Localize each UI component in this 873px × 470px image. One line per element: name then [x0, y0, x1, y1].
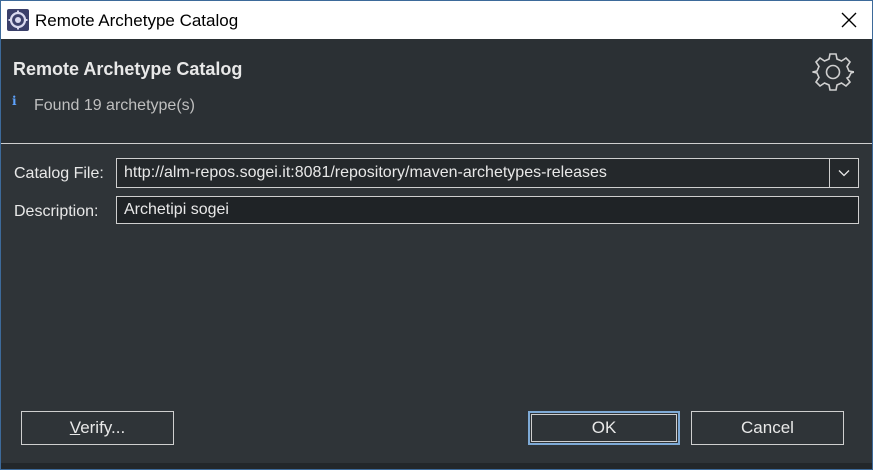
- verify-mnemonic: V: [69, 418, 81, 437]
- window-title: Remote Archetype Catalog: [35, 11, 239, 30]
- verify-label: erify...: [80, 418, 126, 437]
- status-message: Found 19 archetype(s): [34, 97, 195, 114]
- description-value[interactable]: Archetipi sogei: [117, 201, 229, 219]
- dropdown-button[interactable]: [829, 159, 858, 187]
- verify-button[interactable]: Verify...: [21, 411, 174, 445]
- eclipse-gear-icon: [7, 9, 29, 31]
- catalog-file-value[interactable]: http://alm-repos.sogei.it:8081/repositor…: [117, 164, 829, 182]
- header-separator: [1, 143, 872, 144]
- close-button[interactable]: [826, 1, 872, 39]
- dialog-window: Remote Archetype Catalog Remote Archetyp…: [0, 0, 873, 470]
- catalog-file-label: Catalog File:: [14, 165, 104, 182]
- chevron-down-icon: [838, 170, 850, 177]
- window-bottom-edge: [1, 463, 872, 469]
- description-label: Description:: [14, 203, 99, 220]
- catalog-file-combobox[interactable]: http://alm-repos.sogei.it:8081/repositor…: [116, 158, 859, 188]
- ok-label: OK: [591, 418, 617, 437]
- cancel-button[interactable]: Cancel: [691, 411, 844, 445]
- ok-button[interactable]: OK: [528, 411, 680, 445]
- cancel-label: Cancel: [741, 418, 794, 437]
- dialog-header: Remote Archetype Catalog i Found 19 arch…: [1, 39, 872, 143]
- gear-icon: [812, 53, 854, 91]
- info-icon: i: [12, 94, 17, 108]
- description-field[interactable]: Archetipi sogei: [116, 196, 859, 224]
- close-icon: [841, 12, 857, 28]
- dialog-header-title: Remote Archetype Catalog: [13, 59, 243, 79]
- title-bar[interactable]: Remote Archetype Catalog: [1, 1, 872, 39]
